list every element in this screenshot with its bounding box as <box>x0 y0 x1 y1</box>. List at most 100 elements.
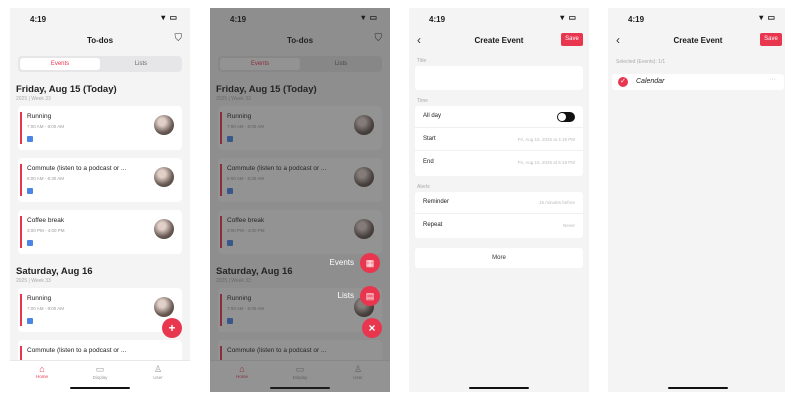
event-title: Running <box>27 113 52 120</box>
avatar <box>154 115 174 135</box>
reminder-row[interactable]: Reminder 15 minutes before <box>415 192 583 214</box>
page-title: To-dos <box>86 36 114 45</box>
nav-bar: To-dos ⛉ <box>10 28 190 54</box>
status-time: 4:19 <box>30 15 47 24</box>
event-card[interactable]: Commute (listen to a podcast or ... 8:00… <box>18 158 182 202</box>
screenshots-strip: 4:19 ▾ ▭ To-dos ⛉ Events Lists Friday, A… <box>0 0 785 395</box>
page-title: Create Event <box>673 36 723 45</box>
all-day-toggle[interactable] <box>557 112 575 122</box>
tab-user[interactable]: ♙ User <box>138 364 178 380</box>
end-value: Fri, Aug 15, 2025 at 5:19 PM <box>517 160 575 165</box>
dim-overlay[interactable] <box>210 8 390 392</box>
status-icons: ▾ ▭ <box>759 13 776 22</box>
segment-control: Events Lists <box>18 56 182 72</box>
calendar-row[interactable]: ✓ Calendar ··· <box>612 74 784 90</box>
end-row[interactable]: End Fri, Aug 15, 2025 at 5:19 PM <box>415 152 583 174</box>
event-color-bar <box>20 164 22 196</box>
tab-display[interactable]: ▭ Display <box>80 364 120 380</box>
status-bar: 4:19 ▾ ▭ <box>10 8 190 28</box>
more-icon[interactable]: ··· <box>769 76 776 83</box>
repeat-row[interactable]: Repeat Never <box>415 215 583 237</box>
nav-bar: ‹ Create Event Save <box>608 28 785 54</box>
start-row[interactable]: Start Fri, Aug 15, 2025 at 4:19 PM <box>415 129 583 151</box>
add-button[interactable]: + <box>162 318 182 338</box>
all-day-label: All day <box>423 113 442 119</box>
filter-icon[interactable]: ⛉ <box>175 33 183 44</box>
calendar-icon <box>27 318 33 324</box>
end-label: End <box>423 159 434 165</box>
event-title: Commute (listen to a podcast or ... <box>27 165 127 172</box>
day-header: Saturday, Aug 16 <box>16 266 93 277</box>
status-time: 4:19 <box>628 15 645 24</box>
event-title: Commute (listen to a podcast or ... <box>27 347 127 354</box>
segment-lists[interactable]: Lists <box>100 58 182 70</box>
menu-label: Lists <box>337 291 354 300</box>
save-button[interactable]: Save <box>561 33 583 46</box>
tab-label: User <box>153 375 163 380</box>
event-card[interactable]: Running 7:00 AM - 8:00 AM <box>18 106 182 150</box>
event-card[interactable]: Coffee break 3:00 PM - 4:00 PM <box>18 210 182 254</box>
check-icon[interactable]: ✓ <box>618 77 628 87</box>
time-section-label: Time <box>417 98 428 104</box>
title-input[interactable] <box>415 66 583 90</box>
selected-count: Selected (Events): 1/1 <box>616 59 666 65</box>
tab-bar: ⌂ Home ▭ Display ♙ User <box>10 360 190 392</box>
save-button[interactable]: Save <box>760 33 782 46</box>
avatar <box>154 167 174 187</box>
alerts-section-label: Alerts <box>417 184 430 190</box>
reminder-value: 15 minutes before <box>538 200 575 205</box>
close-button[interactable]: × <box>362 318 382 338</box>
status-bar: 4:19 ▾ ▭ <box>409 8 589 28</box>
calendar-icon <box>27 136 33 142</box>
todos-screen-menu-open: 4:19 ▾ ▭ To-dos ⛉ Events Lists Friday, A… <box>210 8 390 392</box>
day-subheader: 2025 | Week 33 <box>16 278 51 284</box>
tab-label: Display <box>92 375 108 380</box>
user-icon: ♙ <box>153 364 163 374</box>
calendar-icon <box>27 240 33 246</box>
day-header: Friday, Aug 15 (Today) <box>16 84 117 95</box>
event-time: 7:00 AM - 8:00 AM <box>27 124 65 129</box>
event-time: 8:00 AM - 8:30 AM <box>27 176 65 181</box>
reminder-label: Reminder <box>423 199 450 205</box>
avatar <box>154 219 174 239</box>
menu-lists[interactable]: Lists ▤ <box>310 286 380 306</box>
event-color-bar <box>20 112 22 144</box>
event-color-bar <box>20 294 22 326</box>
home-icon: ⌂ <box>39 364 45 374</box>
status-bar: 4:19 ▾ ▭ <box>608 8 785 28</box>
event-card[interactable]: Running 7:00 AM - 8:00 AM <box>18 288 182 332</box>
select-calendar-screen: 4:19 ▾ ▭ ‹ Create Event Save Selected (E… <box>608 8 785 392</box>
display-icon: ▭ <box>95 364 105 374</box>
start-label: Start <box>423 136 436 142</box>
segment-events[interactable]: Events <box>20 58 100 70</box>
tab-home[interactable]: ⌂ Home <box>22 364 62 379</box>
home-indicator <box>469 387 529 389</box>
menu-label: Events <box>329 258 354 267</box>
status-time: 4:19 <box>429 15 446 24</box>
home-indicator <box>668 387 728 389</box>
event-time: 3:00 PM - 4:00 PM <box>27 228 65 233</box>
event-time: 7:00 AM - 8:00 AM <box>27 306 65 311</box>
title-section-label: Title <box>417 58 427 64</box>
calendar-icon <box>27 188 33 194</box>
menu-events[interactable]: Events ▦ <box>310 253 380 273</box>
home-indicator <box>70 387 130 389</box>
toggle-knob <box>558 113 566 121</box>
all-day-row: All day <box>415 106 583 128</box>
event-title: Coffee break <box>27 217 65 224</box>
time-group: All day Start Fri, Aug 15, 2025 at 4:19 … <box>415 106 583 176</box>
avatar <box>154 297 174 317</box>
status-icons: ▾ ▭ <box>560 13 577 22</box>
repeat-label: Repeat <box>423 222 443 228</box>
todos-screen: 4:19 ▾ ▭ To-dos ⛉ Events Lists Friday, A… <box>10 8 190 392</box>
more-button[interactable]: More <box>415 248 583 268</box>
list-icon[interactable]: ▤ <box>360 286 380 306</box>
event-title: Running <box>27 295 52 302</box>
tab-label: Home <box>35 374 48 379</box>
create-event-screen: 4:19 ▾ ▭ ‹ Create Event Save Title Time … <box>409 8 589 392</box>
event-color-bar <box>20 216 22 248</box>
nav-bar: ‹ Create Event Save <box>409 28 589 54</box>
calendar-icon[interactable]: ▦ <box>360 253 380 273</box>
repeat-value: Never <box>562 223 575 228</box>
day-subheader: 2025 | Week 33 <box>16 96 51 102</box>
